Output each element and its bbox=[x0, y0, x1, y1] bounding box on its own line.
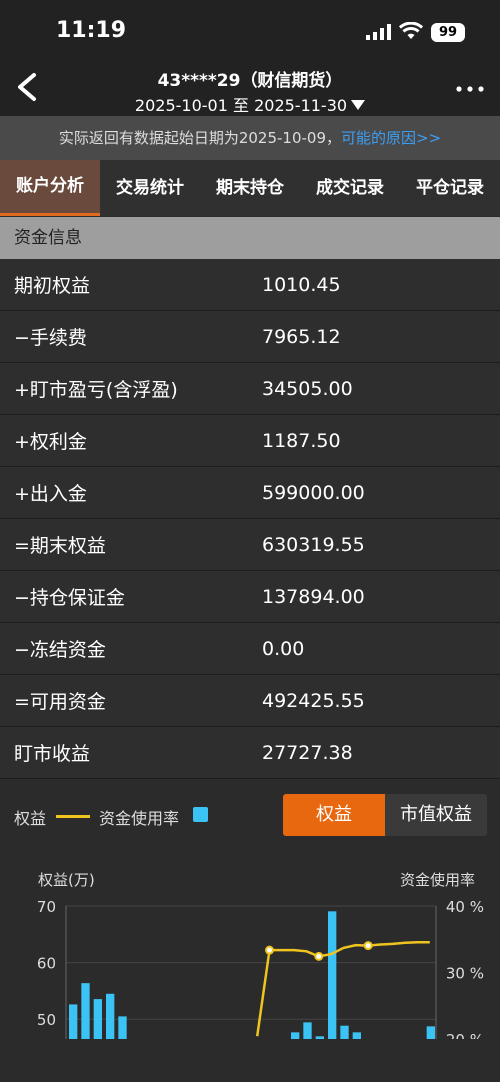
legend-bar-swatch bbox=[193, 807, 208, 822]
row-label: +盯市盈亏(含浮盈) bbox=[14, 379, 178, 401]
back-icon[interactable] bbox=[14, 72, 40, 102]
table-row: −手续费 7965.12 bbox=[0, 311, 500, 363]
usage-bar bbox=[303, 1022, 312, 1039]
usage-bar bbox=[81, 983, 90, 1039]
chart-svg: 权益(万) 资金使用率 50 60 70 20 % 30 % 40 % bbox=[37, 871, 484, 1049]
tab-end-positions[interactable]: 期末持仓 bbox=[200, 160, 300, 216]
y2-tick-label: 20 % bbox=[446, 1031, 484, 1039]
toggle-market-equity-button[interactable]: 市值权益 bbox=[385, 794, 487, 836]
row-value: 34505.00 bbox=[262, 377, 353, 400]
battery-icon: 99 bbox=[431, 23, 465, 42]
y2-tick-label: 30 % bbox=[446, 965, 484, 983]
usage-bar bbox=[352, 1032, 361, 1039]
row-value: 599000.00 bbox=[262, 481, 365, 504]
row-value: 1187.50 bbox=[262, 429, 341, 452]
date-range-selector[interactable]: 2025-10-01 至 2025-11-30 bbox=[60, 92, 440, 116]
chart-header: 权益 资金使用率 权益 市值权益 bbox=[0, 781, 500, 849]
date-range-text: 2025-10-01 至 2025-11-30 bbox=[134, 96, 348, 115]
cellular-signal-icon bbox=[366, 24, 391, 40]
page-title: 43****29（财信期货） bbox=[157, 71, 343, 91]
funds-table: 期初权益 1010.45 −手续费 7965.12 +盯市盈亏(含浮盈) 34505.… bbox=[0, 259, 500, 779]
tab-close-records[interactable]: 平仓记录 bbox=[400, 160, 500, 216]
row-value: 7965.12 bbox=[262, 325, 341, 348]
y2-tick-label: 40 % bbox=[446, 898, 484, 916]
reason-link[interactable]: 可能的原因>> bbox=[341, 129, 441, 147]
equity-line bbox=[255, 940, 430, 1037]
usage-bar bbox=[93, 999, 102, 1039]
usage-bar bbox=[106, 993, 115, 1039]
row-value: 27727.38 bbox=[262, 741, 353, 764]
usage-bar bbox=[426, 1026, 435, 1039]
row-value: 0.00 bbox=[262, 637, 305, 660]
y-axis-title: 权益(万) bbox=[38, 871, 95, 889]
bottom-spacer bbox=[0, 1039, 500, 1082]
chart-mode-toggle: 权益 市值权益 bbox=[283, 794, 487, 836]
row-label: +权利金 bbox=[14, 431, 87, 453]
legend-usage-label: 资金使用率 bbox=[99, 809, 180, 828]
row-label: =期末权益 bbox=[14, 535, 106, 557]
section-header-funds: 资金信息 bbox=[0, 217, 500, 259]
equity-point bbox=[314, 951, 324, 961]
row-label: −冻结资金 bbox=[14, 639, 106, 661]
row-label: =可用资金 bbox=[14, 691, 106, 713]
status-bar: 11:19 99 bbox=[0, 0, 500, 62]
table-row: +盯市盈亏(含浮盈) 34505.00 bbox=[0, 363, 500, 415]
usage-bar bbox=[340, 1025, 349, 1039]
equity-point bbox=[363, 941, 373, 951]
y-tick-label: 70 bbox=[37, 898, 56, 916]
wifi-icon bbox=[399, 22, 423, 39]
row-label: 期初权益 bbox=[14, 275, 91, 297]
y2-axis-title: 资金使用率 bbox=[400, 871, 475, 889]
table-row: −持仓保证金 137894.00 bbox=[0, 571, 500, 623]
table-row: =期末权益 630319.55 bbox=[0, 519, 500, 571]
data-notice: 实际返回有数据起始日期为2025-10-09，可能的原因>> bbox=[0, 116, 500, 160]
toggle-equity-button[interactable]: 权益 bbox=[283, 794, 385, 836]
table-row: +权利金 1187.50 bbox=[0, 415, 500, 467]
row-value: 1010.45 bbox=[262, 273, 341, 296]
tab-trade-stats[interactable]: 交易统计 bbox=[100, 160, 200, 216]
row-label: +出入金 bbox=[14, 483, 87, 505]
nav-header: 43****29（财信期货） 2025-10-01 至 2025-11-30 bbox=[0, 62, 500, 116]
row-label: −手续费 bbox=[14, 327, 87, 349]
table-row: =可用资金 492425.55 bbox=[0, 675, 500, 727]
usage-bar bbox=[69, 1004, 78, 1039]
legend-equity-label: 权益 bbox=[14, 809, 47, 828]
more-icon[interactable] bbox=[456, 86, 484, 92]
tab-account-analysis[interactable]: 账户分析 bbox=[0, 160, 100, 216]
caret-down-icon bbox=[351, 100, 366, 110]
equity-point bbox=[265, 945, 274, 955]
row-label: 盯市收益 bbox=[14, 743, 91, 765]
table-row: −冻结资金 0.00 bbox=[0, 623, 500, 675]
status-time: 11:19 bbox=[56, 18, 127, 43]
y-tick-label: 60 bbox=[37, 955, 56, 973]
row-value: 630319.55 bbox=[262, 533, 365, 556]
usage-bar bbox=[328, 911, 337, 1039]
table-row: 盯市收益 27727.38 bbox=[0, 727, 500, 779]
row-value: 492425.55 bbox=[262, 689, 365, 712]
equity-chart: 权益(万) 资金使用率 50 60 70 20 % 30 % 40 % bbox=[0, 849, 500, 1049]
tab-bar: 账户分析 交易统计 期末持仓 成交记录 平仓记录 bbox=[0, 160, 500, 216]
usage-bar bbox=[118, 1016, 127, 1039]
row-value: 137894.00 bbox=[262, 585, 365, 608]
usage-bar bbox=[291, 1032, 300, 1039]
tab-trade-records[interactable]: 成交记录 bbox=[300, 160, 400, 216]
notice-text: 实际返回有数据起始日期为2025-10-09， bbox=[58, 129, 342, 147]
legend-line-swatch bbox=[56, 815, 90, 818]
y-tick-label: 50 bbox=[37, 1011, 56, 1029]
row-label: −持仓保证金 bbox=[14, 587, 125, 609]
table-row: 期初权益 1010.45 bbox=[0, 259, 500, 311]
table-row: +出入金 599000.00 bbox=[0, 467, 500, 519]
